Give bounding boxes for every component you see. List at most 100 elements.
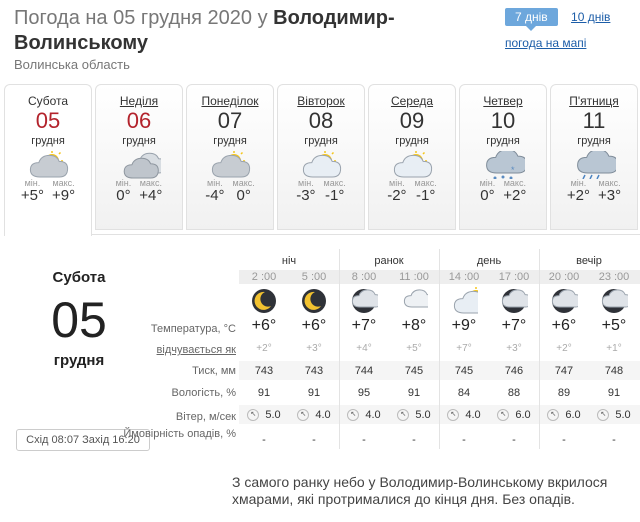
hour-humidity: 91 bbox=[607, 387, 621, 399]
hour-humidity: 89 bbox=[557, 387, 571, 399]
day-tab-2[interactable]: Понеділок 07 грудня мін. -4° макс. 0° bbox=[186, 84, 274, 230]
day-tab-dow: Вівторок bbox=[297, 94, 345, 108]
hour-temp: +7° bbox=[501, 317, 527, 334]
day-tab-0[interactable]: Субота 05 грудня мін. +5° макс. +9° bbox=[4, 84, 92, 236]
hour-wind: ↖ 6.0 bbox=[539, 409, 589, 421]
max-temp: 0° bbox=[236, 187, 251, 204]
wind-direction-icon: ↖ bbox=[597, 409, 610, 421]
hour-humidity: 84 bbox=[457, 387, 471, 399]
max-temp: -1° bbox=[415, 187, 436, 204]
hour-wind: ↖ 4.0 bbox=[289, 409, 339, 421]
region-name: Волинська область bbox=[14, 57, 130, 72]
page-header: Погода на 05 грудня 2020 у Володимир-Вол… bbox=[14, 6, 474, 72]
label-temp: Температура, °C bbox=[150, 323, 236, 335]
day-tab-dow: Неділя bbox=[119, 94, 159, 108]
segment-3: вечір bbox=[576, 255, 602, 267]
hour-pressure: 747 bbox=[554, 365, 574, 377]
max-temp: -1° bbox=[324, 187, 345, 204]
hour-humidity: 88 bbox=[507, 387, 521, 399]
min-temp: +2° bbox=[566, 187, 590, 204]
svg-text:*: * bbox=[511, 165, 515, 175]
day-tab-5[interactable]: Четвер 10 грудня * мін. 0° макс. +2° bbox=[459, 84, 547, 230]
page-title: Погода на 05 грудня 2020 у Володимир-Вол… bbox=[14, 6, 474, 56]
day-tab-dow: Понеділок bbox=[201, 94, 259, 108]
min-temp: -2° bbox=[387, 187, 407, 204]
hour-time: 8 :00 bbox=[351, 271, 377, 283]
segment-0: ніч bbox=[281, 255, 297, 267]
cloud-sun-icon bbox=[208, 151, 252, 179]
hour-precip: - bbox=[362, 434, 366, 446]
hour-feels: +2° bbox=[256, 343, 272, 354]
cloud-sun-icon bbox=[26, 151, 70, 179]
hour-time: 5 :00 bbox=[301, 271, 327, 283]
overcast-icon bbox=[489, 287, 539, 320]
hour-wind: ↖ 4.0 bbox=[339, 409, 389, 421]
label-precip: Ймовірність опадів, % bbox=[123, 428, 236, 440]
min-temp: +5° bbox=[20, 187, 44, 204]
day-tab-dow: Середа bbox=[390, 94, 434, 108]
wind-direction-icon: ↖ bbox=[297, 409, 310, 421]
wind-speed: 5.0 bbox=[615, 409, 631, 421]
sun-cloud-icon bbox=[299, 151, 343, 179]
hour-time: 23 :00 bbox=[598, 271, 630, 283]
hour-precip: - bbox=[462, 434, 466, 446]
day-tab-month: грудня bbox=[31, 135, 65, 147]
cloud-icon bbox=[117, 151, 167, 179]
hour-feels: +4° bbox=[356, 343, 372, 354]
sun-cloud-icon bbox=[390, 151, 434, 179]
wind-speed: 4.0 bbox=[315, 409, 331, 421]
day-tab-dow: Субота bbox=[27, 94, 69, 108]
day-tab-month: грудня bbox=[486, 135, 520, 147]
hour-pressure: 743 bbox=[304, 365, 324, 377]
day-tab-number: 11 bbox=[582, 108, 606, 133]
wind-speed: 5.0 bbox=[415, 409, 431, 421]
weather-map-link[interactable]: погода на мапі bbox=[505, 36, 610, 50]
period-10-days-link[interactable]: 10 днів bbox=[571, 10, 610, 24]
period-7-days-button[interactable]: 7 днів bbox=[505, 8, 558, 31]
segment-2: день bbox=[476, 255, 502, 267]
day-tab-dow: Четвер bbox=[483, 94, 523, 108]
moon-cloud-icon bbox=[289, 287, 339, 320]
hour-wind: ↖ 6.0 bbox=[489, 409, 539, 421]
max-temp: +4° bbox=[139, 187, 163, 204]
day-tab-4[interactable]: Середа 09 грудня мін. -2° макс. -1° bbox=[368, 84, 456, 230]
hour-wind: ↖ 5.0 bbox=[239, 409, 289, 421]
day-tab-number: 10 bbox=[490, 108, 516, 133]
day-tab-number: 07 bbox=[217, 108, 243, 133]
wind-speed: 6.0 bbox=[565, 409, 581, 421]
hour-feels: +3° bbox=[306, 343, 322, 354]
day-tab-month: грудня bbox=[122, 135, 156, 147]
hour-feels: +5° bbox=[406, 343, 422, 354]
sun-cloud-icon bbox=[439, 287, 493, 320]
wind-speed: 4.0 bbox=[465, 409, 481, 421]
max-temp: +3° bbox=[598, 187, 622, 204]
hour-time: 14 :00 bbox=[448, 271, 480, 283]
label-feels[interactable]: відчувається як bbox=[108, 344, 236, 356]
min-temp: -4° bbox=[205, 187, 225, 204]
hour-temp: +5° bbox=[601, 317, 627, 334]
hour-feels: +1° bbox=[606, 343, 622, 354]
day-tab-number: 06 bbox=[126, 108, 152, 133]
overcast-icon bbox=[589, 287, 639, 320]
label-humidity: Вологість, % bbox=[171, 387, 237, 399]
min-temp: 0° bbox=[480, 187, 495, 204]
day-tab-6[interactable]: П'ятниця 11 грудня мін. +2° макс. +3° bbox=[550, 84, 638, 230]
hour-precip: - bbox=[312, 434, 316, 446]
title-prefix: Погода на 05 грудня 2020 у bbox=[14, 7, 274, 29]
hour-precip: - bbox=[612, 434, 616, 446]
min-temp: -3° bbox=[296, 187, 316, 204]
hour-feels: +2° bbox=[556, 343, 572, 354]
day-tab-1[interactable]: Неділя 06 грудня мін. 0° макс. +4° bbox=[95, 84, 183, 230]
day-tab-month: грудня bbox=[395, 135, 429, 147]
wind-direction-icon: ↖ bbox=[247, 409, 260, 421]
hour-precip: - bbox=[412, 434, 416, 446]
hour-humidity: 95 bbox=[357, 387, 371, 399]
day-tab-3[interactable]: Вівторок 08 грудня мін. -3° макс. -1° bbox=[277, 84, 365, 230]
hour-precip: - bbox=[512, 434, 516, 446]
hour-time: 11 :00 bbox=[399, 271, 429, 283]
hour-precip: - bbox=[262, 434, 266, 446]
hour-humidity: 91 bbox=[257, 387, 271, 399]
wind-speed: 4.0 bbox=[365, 409, 381, 421]
overcast-icon bbox=[339, 287, 389, 320]
hour-time: 20 :00 bbox=[548, 271, 580, 283]
